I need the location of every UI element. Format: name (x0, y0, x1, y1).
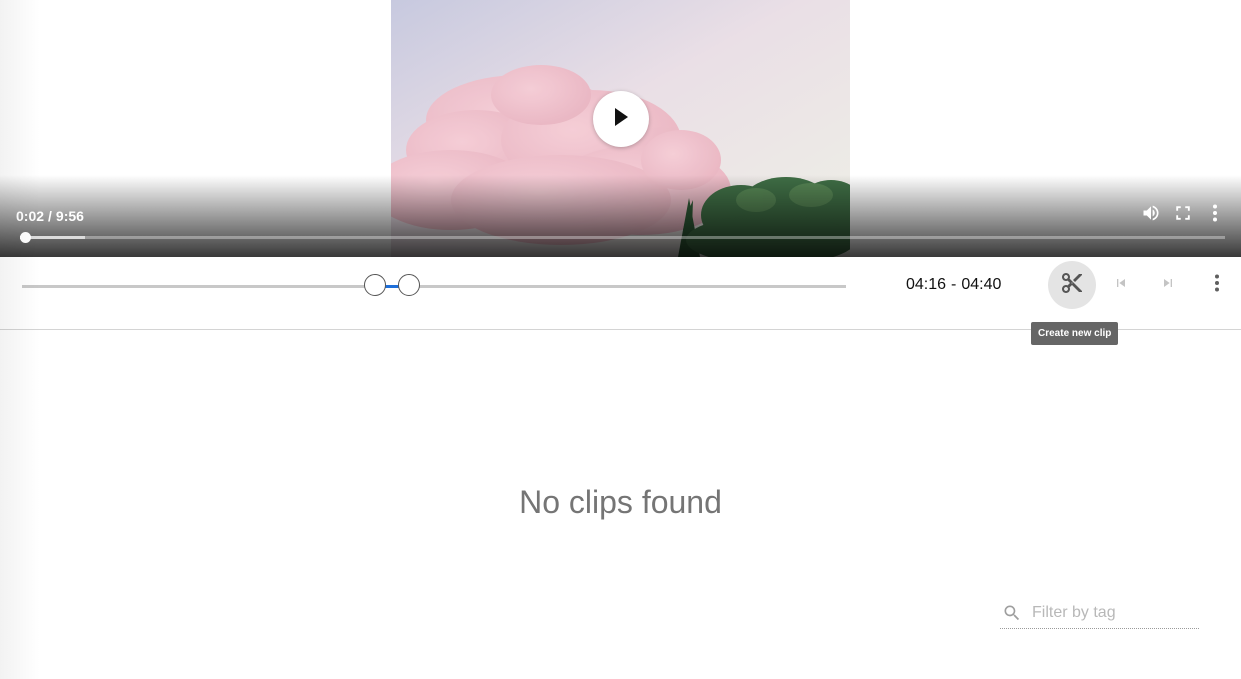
clip-range-slider[interactable] (22, 274, 846, 296)
controls-gradient (0, 175, 1241, 257)
play-button[interactable] (593, 91, 649, 147)
progress-bar[interactable] (19, 232, 1225, 243)
no-clips-message: No clips found (519, 484, 722, 520)
skip-previous-icon (1113, 275, 1129, 296)
fullscreen-icon (1174, 204, 1192, 227)
clip-end-time: 04:40 (961, 276, 1002, 293)
volume-icon (1141, 203, 1161, 228)
time-separator: / (48, 208, 52, 224)
tag-filter[interactable] (1000, 600, 1199, 629)
clip-range-time: 04:16-04:40 (906, 276, 1001, 294)
time-display: 0:02/9:56 (16, 208, 84, 224)
clip-more-button[interactable] (1207, 274, 1227, 297)
tag-filter-input[interactable] (1032, 600, 1197, 626)
play-icon (612, 107, 630, 132)
clip-editor-page: 0:02/9:56 04:16 - 04:40 Create new clip … (0, 0, 1241, 679)
more-vert-icon (1212, 204, 1218, 227)
clip-range-separator: - (951, 276, 957, 293)
volume-button[interactable] (1141, 205, 1161, 225)
skip-next-icon (1160, 275, 1176, 296)
progress-scrubber[interactable] (19, 232, 31, 243)
more-vert-icon (1214, 274, 1220, 297)
video-player[interactable]: 0:02/9:56 (0, 0, 1241, 257)
fullscreen-button[interactable] (1173, 205, 1193, 225)
current-time: 0:02 (16, 208, 45, 224)
next-clip-button[interactable] (1158, 275, 1178, 295)
duration: 9:56 (55, 208, 84, 224)
scissors-icon (1060, 271, 1084, 300)
previous-clip-button[interactable] (1111, 275, 1131, 295)
clip-end-handle[interactable] (398, 274, 421, 296)
player-more-button[interactable] (1205, 204, 1225, 227)
clip-start-handle[interactable] (364, 274, 387, 296)
clip-range-bar: 04:16-04:40 (0, 257, 1241, 329)
clip-start-time: 04:16 (906, 276, 947, 293)
search-icon (1002, 603, 1022, 623)
create-clip-tooltip: Create new clip (1031, 322, 1119, 345)
create-clip-button[interactable] (1048, 261, 1096, 309)
